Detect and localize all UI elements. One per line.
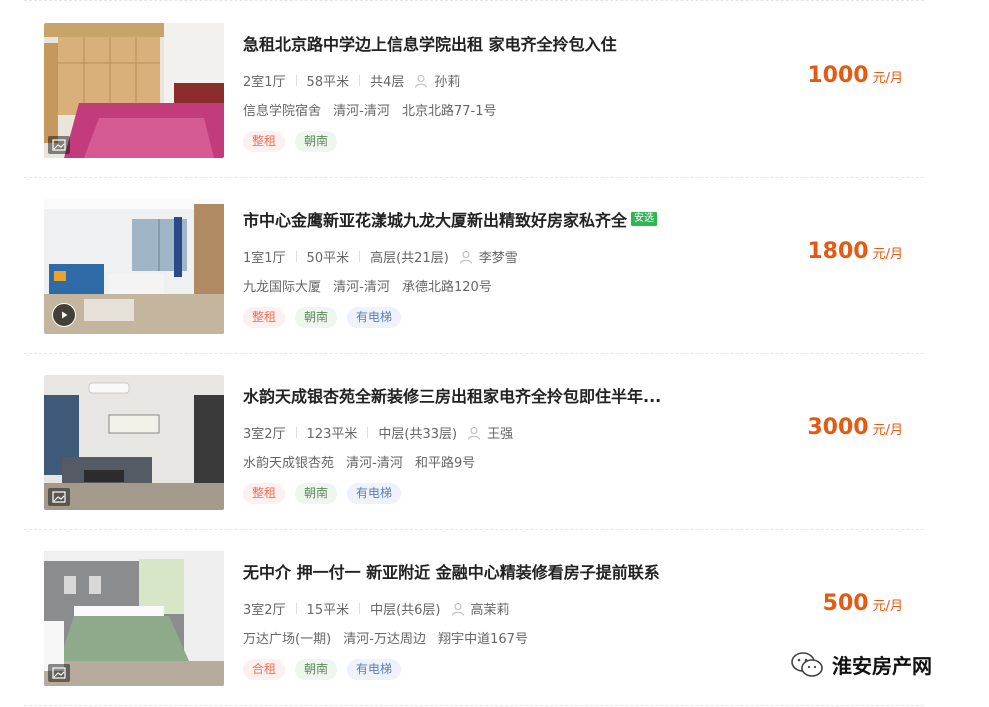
tag-rent-type: 整租 — [243, 483, 286, 504]
image-icon — [48, 488, 70, 506]
community[interactable]: 信息学院宿舍 — [243, 104, 321, 119]
play-icon[interactable] — [52, 303, 76, 327]
listing-address: 水韵天成银杏苑 清河-清河 和平路9号 — [243, 452, 483, 471]
watermark: 淮安房产网 — [790, 650, 932, 679]
room-photo — [44, 23, 224, 158]
listing-meta: 3室2厅 123平米 中层(共33层) 王强 — [243, 423, 513, 442]
listing-meta: 1室1厅 50平米 高层(共21层) 李梦雪 — [243, 247, 518, 266]
price-value: 500 — [822, 591, 869, 616]
person-icon — [451, 602, 464, 616]
listing-address: 信息学院宿舍 清河-清河 北京北路77-1号 — [243, 100, 505, 119]
person-icon — [459, 250, 472, 264]
tag-rent-type: 整租 — [243, 307, 286, 328]
room-floor: 中层(共33层) — [378, 427, 458, 442]
price-unit: 元/月 — [872, 71, 903, 86]
street: 承德北路120号 — [402, 280, 492, 295]
room-photo — [44, 375, 224, 510]
person-icon — [415, 74, 428, 88]
room-layout: 1室1厅 — [243, 251, 286, 266]
tag-rent-type: 合租 — [243, 659, 286, 680]
agent[interactable]: 王强 — [467, 423, 513, 442]
listing-item[interactable]: 市中心金鹰新亚花漾城九龙大厦新出精致好房家私齐全 安选 1室1厅 50平米 高层(… — [24, 178, 924, 353]
watermark-text: 淮安房产网 — [832, 654, 932, 678]
listing-item[interactable]: 水韵天成银杏苑全新装修三房出租家电齐全拎包即住半年... 3室2厅 123平米 … — [24, 354, 924, 529]
room-area: 50平米 — [306, 251, 350, 266]
listing-title[interactable]: 无中介 押一付一 新亚附近 金融中心精装修看房子提前联系 — [243, 559, 660, 583]
tag-elevator: 有电梯 — [347, 307, 402, 328]
agent[interactable]: 李梦雪 — [459, 247, 518, 266]
listing-item[interactable]: 急租北京路中学边上信息学院出租 家电齐全拎包入住 2室1厅 58平米 共4层 孙… — [24, 1, 924, 176]
price-unit: 元/月 — [872, 247, 903, 262]
street: 和平路9号 — [415, 456, 476, 471]
tag-orientation: 朝南 — [295, 131, 338, 152]
tag-orientation: 朝南 — [295, 307, 338, 328]
room-photo — [44, 551, 224, 686]
listing-meta: 2室1厅 58平米 共4层 孙莉 — [243, 71, 460, 90]
wechat-icon — [791, 651, 823, 677]
price-value: 3000 — [807, 415, 869, 440]
room-floor: 中层(共6层) — [370, 603, 441, 618]
community[interactable]: 水韵天成银杏苑 — [243, 456, 334, 471]
listing-price: 3000 元/月 — [807, 415, 903, 440]
price-unit: 元/月 — [872, 423, 903, 438]
community[interactable]: 万达广场(一期) — [243, 632, 331, 647]
price-value: 1800 — [807, 239, 869, 264]
listing-title[interactable]: 市中心金鹰新亚花漾城九龙大厦新出精致好房家私齐全 安选 — [243, 207, 658, 231]
community[interactable]: 九龙国际大厦 — [243, 280, 321, 295]
district: 清河-清河 — [346, 456, 403, 471]
listing-price: 1800 元/月 — [807, 239, 903, 264]
tag-rent-type: 整租 — [243, 131, 286, 152]
tag-orientation: 朝南 — [295, 483, 338, 504]
person-icon — [468, 426, 481, 440]
listing-photo[interactable] — [44, 551, 224, 686]
district: 清河-清河 — [333, 104, 390, 119]
listing-meta: 3室2厅 15平米 中层(共6层) 高茉莉 — [243, 599, 510, 618]
image-icon — [48, 664, 70, 682]
listing-photo[interactable] — [44, 375, 224, 510]
room-floor: 高层(共21层) — [370, 251, 449, 266]
district: 清河-万达周边 — [343, 632, 426, 647]
room-area: 58平米 — [306, 75, 350, 90]
agent-name: 孙莉 — [434, 75, 461, 90]
room-layout: 2室1厅 — [243, 75, 286, 90]
listing-title[interactable]: 急租北京路中学边上信息学院出租 家电齐全拎包入住 — [243, 31, 617, 55]
listing-photo[interactable] — [44, 199, 224, 334]
listing-address: 九龙国际大厦 清河-清河 承德北路120号 — [243, 276, 500, 295]
listing-item[interactable]: 无中介 押一付一 新亚附近 金融中心精装修看房子提前联系 3室2厅 15平米 中… — [24, 530, 924, 705]
tag-list: 整租 朝南 有电梯 — [243, 307, 411, 328]
street: 北京北路77-1号 — [402, 104, 497, 119]
listing-address: 万达广场(一期) 清河-万达周边 翔宇中道167号 — [243, 628, 536, 647]
agent[interactable]: 孙莉 — [414, 71, 460, 90]
street: 翔宇中道167号 — [438, 632, 528, 647]
tag-elevator: 有电梯 — [347, 659, 402, 680]
room-area: 123平米 — [306, 427, 358, 442]
price-unit: 元/月 — [872, 599, 903, 614]
listing-photo[interactable] — [44, 23, 224, 158]
listing-price: 500 元/月 — [823, 591, 903, 616]
agent-name: 王强 — [487, 427, 514, 442]
price-value: 1000 — [807, 63, 869, 88]
tag-elevator: 有电梯 — [347, 483, 402, 504]
room-layout: 3室2厅 — [243, 427, 286, 442]
listing-price: 1000 元/月 — [807, 63, 903, 88]
anxuan-badge: 安选 — [631, 212, 658, 226]
agent-name: 高茉莉 — [470, 603, 510, 618]
district: 清河-清河 — [333, 280, 390, 295]
tag-orientation: 朝南 — [295, 659, 338, 680]
agent-name: 李梦雪 — [478, 251, 518, 266]
image-icon — [48, 136, 70, 154]
room-layout: 3室2厅 — [243, 603, 286, 618]
listing-title[interactable]: 水韵天成银杏苑全新装修三房出租家电齐全拎包即住半年... — [243, 383, 661, 407]
tag-list: 整租 朝南 有电梯 — [243, 483, 411, 504]
tag-list: 合租 朝南 有电梯 — [243, 659, 411, 680]
room-area: 15平米 — [306, 603, 350, 618]
tag-list: 整租 朝南 — [243, 131, 347, 152]
agent[interactable]: 高茉莉 — [451, 599, 510, 618]
room-floor: 共4层 — [370, 75, 405, 90]
